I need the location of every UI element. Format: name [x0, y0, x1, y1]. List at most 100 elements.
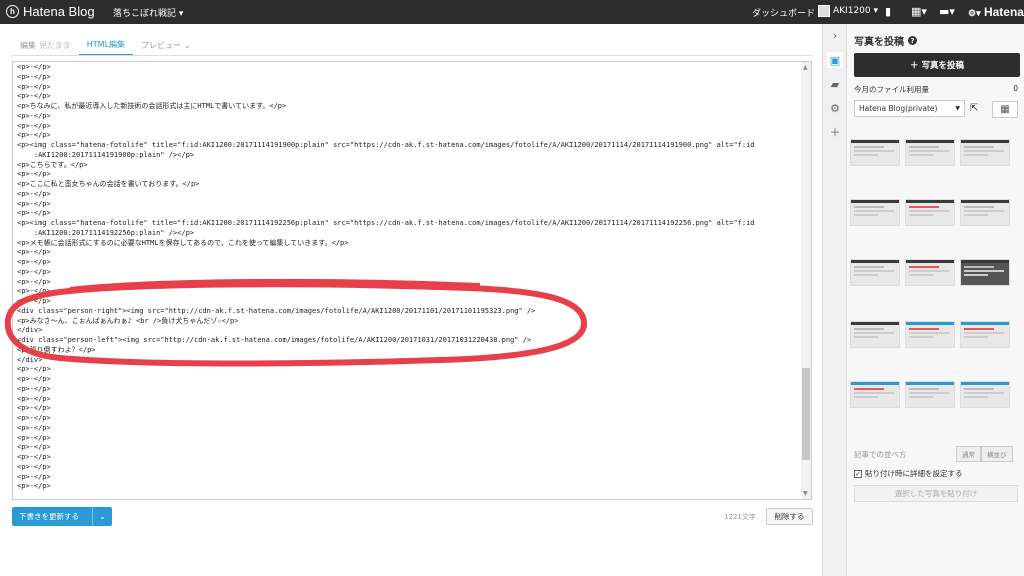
- photo-thumbnail[interactable]: [960, 139, 1010, 166]
- post-photo-button[interactable]: ＋ 写真を投稿: [854, 53, 1020, 77]
- plus-icon[interactable]: ＋: [827, 124, 843, 140]
- photo-sidebar: 写真を投稿 ? ＋ 写真を投稿 今月のファイル利用量 0 Hatena Blog…: [846, 24, 1024, 576]
- code-line: <p>-</p>: [17, 277, 51, 286]
- code-line: <p>-</p>: [17, 414, 51, 422]
- code-line: <p>-</p>: [17, 267, 51, 276]
- photo-thumbnail[interactable]: [960, 381, 1010, 408]
- hatena-blog-logo[interactable]: h Hatena Blog: [6, 4, 95, 19]
- editor-footer: 下書きを更新する ⌄ 1221文字 削除する: [12, 507, 813, 527]
- photo-icon[interactable]: ▣: [827, 52, 843, 68]
- gear-icon[interactable]: ⚙: [827, 100, 843, 116]
- checkbox-checked-icon[interactable]: ✓: [854, 469, 862, 478]
- chevron-down-icon: ⌄: [184, 40, 191, 50]
- sort-normal-button[interactable]: 通常: [956, 446, 981, 462]
- account-select[interactable]: Hatena Blog(private) ▼: [854, 100, 965, 117]
- photo-thumbnail[interactable]: [905, 259, 955, 286]
- html-code-editor[interactable]: <p>-</p> <p>-</p> <p>-</p> <p>-</p> <p>ちなみに、…: [12, 61, 812, 500]
- bookmark-icon[interactable]: ▮: [885, 5, 891, 18]
- photo-thumbnail[interactable]: [905, 381, 955, 408]
- collapse-chevron-icon[interactable]: ›: [827, 27, 843, 43]
- grid-view-toggle[interactable]: ▦: [992, 101, 1018, 118]
- code-line: <p>-</p>: [17, 394, 51, 403]
- delete-button[interactable]: 削除する: [766, 508, 813, 525]
- code-line: <p>-</p>: [17, 189, 51, 198]
- code-line: <p>-</p>: [17, 258, 51, 266]
- hatena-brand[interactable]: ⚙▾ Hatena: [968, 5, 1024, 19]
- caret-down-icon: ▼: [955, 105, 960, 112]
- code-line: <p><img class="hatena-fotolife" title="f…: [17, 141, 755, 149]
- hatena-logo-icon: h: [6, 5, 19, 18]
- checkbox-label: 貼り付け時に詳細を設定する: [865, 469, 963, 478]
- code-line: <p>-</p>: [17, 375, 51, 383]
- code-line: <p>-</p>: [17, 121, 51, 130]
- code-line: <p><img class="hatena-fotolife" title="f…: [17, 219, 755, 227]
- usage-value: 0: [1013, 84, 1018, 93]
- scroll-thumb[interactable]: [802, 368, 810, 460]
- code-line: <p>-</p>: [17, 287, 51, 296]
- blog-selector[interactable]: 落ちこぼれ戦記 ▾: [113, 6, 183, 19]
- help-icon[interactable]: ?: [908, 36, 917, 45]
- apps-grid-icon[interactable]: ▦▾: [911, 5, 927, 18]
- code-line: <p>ここに私と蛮女ちゃんの会話を書いております。</p>: [17, 180, 200, 188]
- sidebar-title: 写真を投稿 ?: [854, 33, 917, 48]
- photo-thumbnail[interactable]: [905, 139, 955, 166]
- code-line: <p>-</p>: [17, 63, 51, 71]
- dashboard-link[interactable]: ダッシュボード: [752, 6, 815, 19]
- gear-icon: ⚙▾: [968, 8, 981, 18]
- tab-edit[interactable]: 編集 見たまま: [12, 34, 79, 56]
- tab-html-label: HTML編集: [86, 39, 126, 49]
- tab-edit-label: 編集: [20, 40, 36, 50]
- editor-tabs: 編集 見たまま HTML編集 プレビュー ⌄: [12, 34, 199, 56]
- photo-thumbnail[interactable]: [960, 259, 1010, 286]
- avatar: [818, 5, 830, 17]
- code-line: <p>-</p>: [17, 92, 51, 101]
- tab-html-edit[interactable]: HTML編集: [78, 34, 134, 56]
- code-line: <p>-</p>: [17, 82, 51, 91]
- paste-selected-button[interactable]: 選択した写真を貼り付け: [854, 485, 1018, 502]
- code-line: </div>: [17, 326, 43, 335]
- scroll-down-icon[interactable]: ▼: [803, 490, 808, 497]
- photo-thumbnail[interactable]: [960, 199, 1010, 226]
- detail-on-paste-checkbox[interactable]: ✓ 貼り付け時に詳細を設定する: [854, 468, 963, 479]
- sort-label: 記事での並べ方: [854, 450, 907, 459]
- tab-edit-sub: 見たまま: [39, 40, 71, 50]
- code-line: <p>-</p>: [17, 423, 51, 432]
- sort-horizontal-button[interactable]: 横並び: [981, 446, 1013, 462]
- code-line: :AKI1200:20171114192256p:plain" /></p>: [17, 228, 195, 237]
- code-line: <p>-</p>: [17, 384, 51, 393]
- code-line: <p>みなさ～ん、こぉんばぁんわぁ♪ <br />負け犬ちゃんだゾ☆</p>: [17, 316, 239, 325]
- code-line: <p>-</p>: [17, 443, 51, 452]
- chevron-down-icon[interactable]: ⌄: [92, 507, 112, 526]
- photo-thumbnail[interactable]: [850, 199, 900, 226]
- folder-icon[interactable]: ▰: [827, 76, 843, 92]
- user-menu[interactable]: AKI1200 ▾: [818, 5, 878, 17]
- grid-icon: ▦: [1000, 104, 1010, 115]
- update-draft-button[interactable]: 下書きを更新する ⌄: [12, 507, 112, 526]
- photo-thumbnail[interactable]: [905, 199, 955, 226]
- editor-scrollbar[interactable]: ▲ ▼: [801, 62, 811, 499]
- code-line: <p>メモ帳に会話形式にするのに必要なHTMLを保存してあるので、これを使って編…: [17, 238, 349, 247]
- code-line: <p>-</p>: [17, 453, 51, 461]
- notification-icon[interactable]: ▬▾: [939, 5, 955, 18]
- tab-preview[interactable]: プレビュー ⌄: [133, 34, 199, 56]
- photo-thumbnail[interactable]: [960, 321, 1010, 348]
- code-line: <p>こちらです。</p>: [17, 160, 88, 169]
- code-line: </div>: [17, 355, 43, 364]
- update-draft-label: 下書きを更新する: [19, 512, 79, 521]
- editor-area: 編集 見たまま HTML編集 プレビュー ⌄ <p>-</p> <p>-</p> <…: [0, 24, 822, 576]
- usage-label: 今月のファイル利用量: [854, 85, 929, 94]
- sidebar-title-text: 写真を投稿: [854, 37, 904, 48]
- code-line: <p>-</p>: [17, 472, 51, 481]
- photo-thumbnail[interactable]: [850, 321, 900, 348]
- scroll-up-icon[interactable]: ▲: [803, 64, 808, 71]
- code-lines: <p>-</p> <p>-</p> <p>-</p> <p>-</p> <p>ちなみに、…: [17, 63, 797, 492]
- photo-thumbnail[interactable]: [850, 381, 900, 408]
- photo-thumbnail[interactable]: [850, 259, 900, 286]
- photo-thumbnail[interactable]: [905, 321, 955, 348]
- tab-divider: [12, 55, 812, 56]
- external-link-icon[interactable]: ⇱: [970, 103, 978, 114]
- photo-thumbnail[interactable]: [850, 139, 900, 166]
- code-line: <p>-</p>: [17, 131, 51, 140]
- code-line: <p>-</p>: [17, 248, 51, 257]
- tab-preview-label: プレビュー: [141, 40, 182, 50]
